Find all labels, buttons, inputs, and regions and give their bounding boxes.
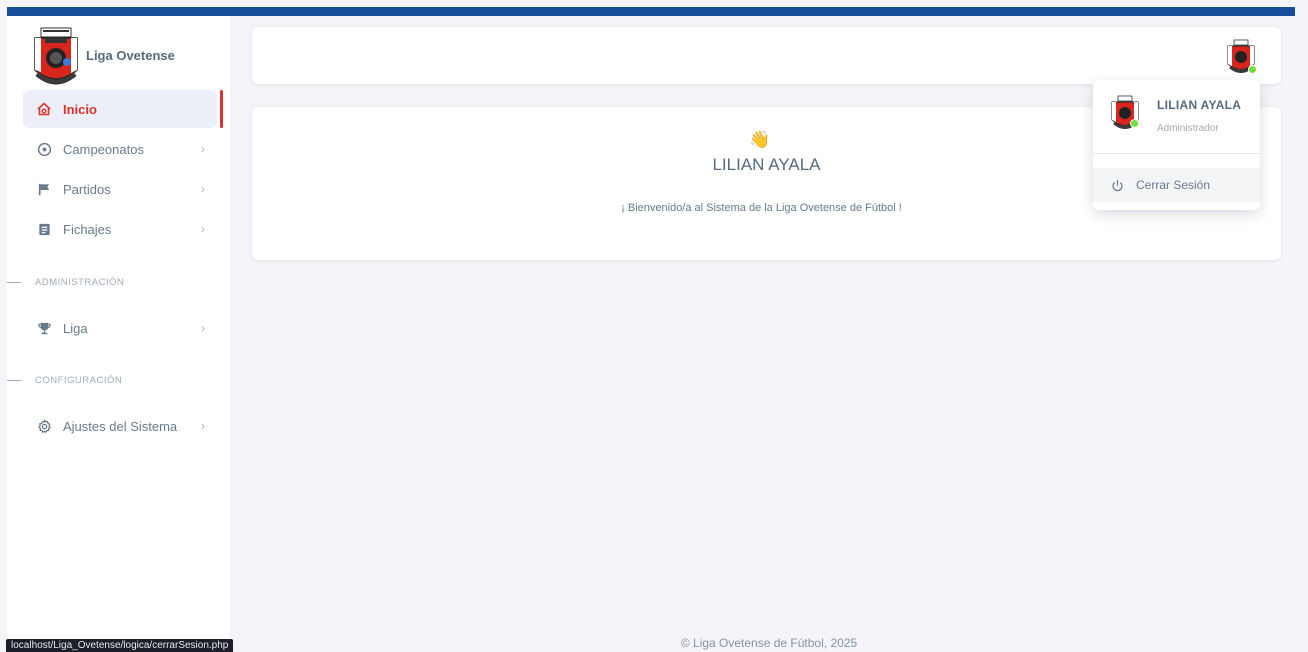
document-icon — [33, 222, 55, 237]
dropdown-user-role: Administrador — [1157, 123, 1219, 134]
sidebar-item-liga[interactable]: Liga › — [23, 309, 217, 347]
chevron-right-icon: › — [201, 142, 205, 156]
dropdown-user-name: LILIAN AYALA — [1157, 98, 1242, 112]
sidebar-item-fichajes[interactable]: Fichajes › — [23, 210, 217, 248]
footer-copyright: © Liga Ovetense de Fútbol, 2025 — [680, 636, 858, 650]
league-logo-icon — [34, 27, 78, 85]
chevron-right-icon: › — [201, 222, 205, 236]
logout-label: Cerrar Sesión — [1136, 178, 1211, 192]
sidebar-item-label: Inicio — [63, 101, 97, 117]
sidebar-item-campeonatos[interactable]: Campeonatos › — [23, 130, 217, 168]
waving-hand-icon: 👋 — [749, 130, 771, 149]
dropdown-avatar — [1108, 95, 1142, 131]
sidebar-item-label: Fichajes — [63, 221, 112, 237]
sidebar-item-inicio[interactable]: Inicio — [23, 90, 217, 128]
section-header-admin: ADMINISTRACIÓN — [7, 277, 124, 288]
sidebar-item-ajustes[interactable]: Ajustes del Sistema › — [23, 407, 217, 445]
chevron-right-icon: › — [201, 182, 205, 196]
user-dropdown-menu: LILIAN AYALA Administrador Cerrar Sesión — [1093, 80, 1260, 210]
sidebar-item-label: Partidos — [63, 181, 111, 197]
home-icon — [33, 101, 55, 117]
sidebar: Liga Ovetense Inicio Campeonatos › Parti… — [7, 16, 230, 652]
top-navbar — [252, 27, 1281, 84]
section-header-config: CONFIGURACIÓN — [7, 375, 122, 386]
sidebar-item-label: Liga — [63, 320, 88, 336]
dropdown-divider — [1093, 153, 1260, 154]
logout-button[interactable]: Cerrar Sesión — [1093, 168, 1260, 202]
brand-link[interactable]: Liga Ovetense — [27, 26, 175, 92]
top-accent-bar — [7, 7, 1295, 16]
sidebar-item-partidos[interactable]: Partidos › — [23, 170, 217, 208]
status-bar-url: localhost/Liga_Ovetense/logica/cerrarSes… — [6, 639, 234, 652]
online-status-dot — [1130, 119, 1139, 128]
power-icon — [1111, 179, 1124, 192]
sidebar-item-label: Ajustes del Sistema — [63, 418, 178, 434]
trophy-icon — [33, 321, 55, 336]
sidebar-item-label: Campeonatos — [63, 141, 144, 157]
user-avatar-button[interactable] — [1224, 39, 1258, 75]
chevron-right-icon: › — [201, 419, 205, 433]
active-indicator — [220, 90, 223, 128]
online-status-dot — [1248, 65, 1257, 74]
plus-circle-icon — [33, 142, 55, 157]
chevron-right-icon: › — [201, 321, 205, 335]
gear-icon — [33, 418, 55, 434]
flag-icon — [33, 182, 55, 197]
brand-name: Liga Ovetense — [86, 48, 175, 63]
